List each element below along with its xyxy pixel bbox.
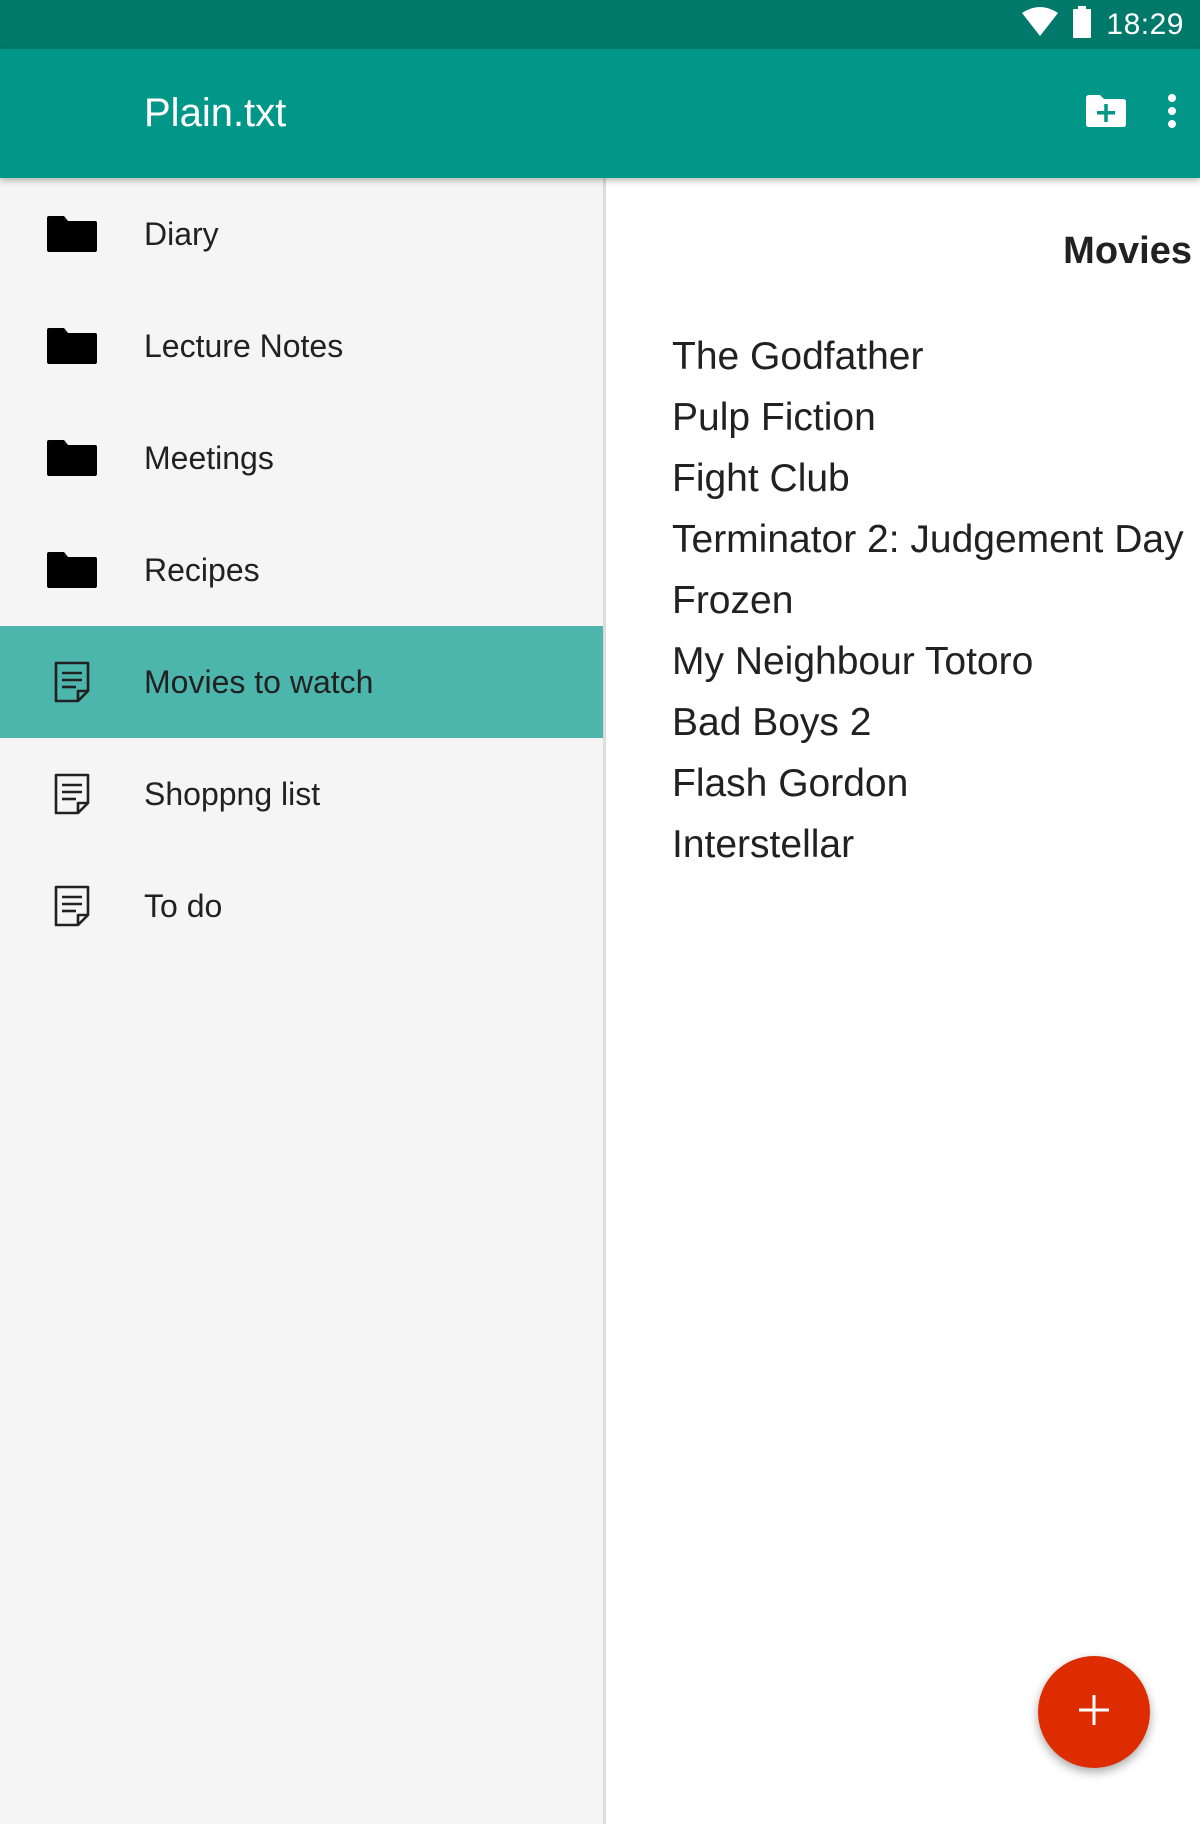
folder-icon: [47, 212, 97, 256]
sidebar-item-label: Lecture Notes: [144, 327, 344, 364]
sidebar-item[interactable]: Meetings: [0, 402, 603, 514]
folder-icon: [47, 324, 97, 368]
sidebar-item-label: To do: [144, 887, 223, 924]
note-content[interactable]: Movies The Godfather Pulp Fiction Fight Cl…: [609, 178, 1200, 1824]
new-folder-button[interactable]: [1084, 94, 1128, 133]
note-title: Movies: [1063, 230, 1192, 272]
note-line: Pulp Fiction: [672, 396, 876, 439]
sidebar-item[interactable]: Shoppng list: [0, 738, 603, 850]
note-line: Flash Gordon: [672, 762, 909, 805]
sidebar-item[interactable]: Movies to watch: [0, 626, 603, 738]
sidebar-item[interactable]: Lecture Notes: [0, 290, 603, 402]
status-time: 18:29: [1106, 7, 1184, 41]
more-options-button[interactable]: [1166, 94, 1178, 133]
note-line: Fight Club: [672, 457, 850, 500]
note-line: Frozen: [672, 579, 794, 622]
add-icon: [1079, 1694, 1109, 1730]
battery-icon: [1072, 6, 1092, 43]
sidebar-item-label: Diary: [144, 215, 219, 252]
sidebar-item[interactable]: Diary: [0, 178, 603, 290]
sidebar-item-label: Meetings: [144, 439, 274, 476]
folder-icon: [47, 548, 97, 592]
note-line: Terminator 2: Judgement Day: [672, 518, 1184, 561]
sidebar-item[interactable]: To do: [0, 850, 603, 962]
sidebar-item-label: Shoppng list: [144, 775, 321, 812]
note-line: My Neighbour Totoro: [672, 640, 1034, 683]
sidebar-item-label: Recipes: [144, 551, 260, 588]
sidebar-item-label: Movies to watch: [144, 663, 374, 700]
note-body[interactable]: The Godfather Pulp Fiction Fight Club Termi…: [672, 326, 1184, 875]
note-icon: [47, 772, 97, 816]
note-line: The Godfather: [672, 335, 924, 378]
status-bar: 18:29: [0, 0, 1200, 49]
sidebar: Diary Lecture Notes Meetings Recipes Movies …: [0, 178, 606, 1824]
note-icon: [47, 884, 97, 928]
app-title: Plain.txt: [144, 91, 287, 135]
new-folder-icon: [1084, 94, 1128, 133]
note-line: Bad Boys 2: [672, 701, 872, 744]
note-icon: [47, 660, 97, 704]
sidebar-item[interactable]: Recipes: [0, 514, 603, 626]
add-note-button[interactable]: [1038, 1656, 1150, 1768]
wifi-icon: [1022, 7, 1059, 42]
more-vert-icon: [1166, 94, 1178, 133]
app-bar: Plain.txt: [0, 49, 1200, 178]
note-line: Interstellar: [672, 823, 855, 866]
folder-icon: [47, 436, 97, 480]
